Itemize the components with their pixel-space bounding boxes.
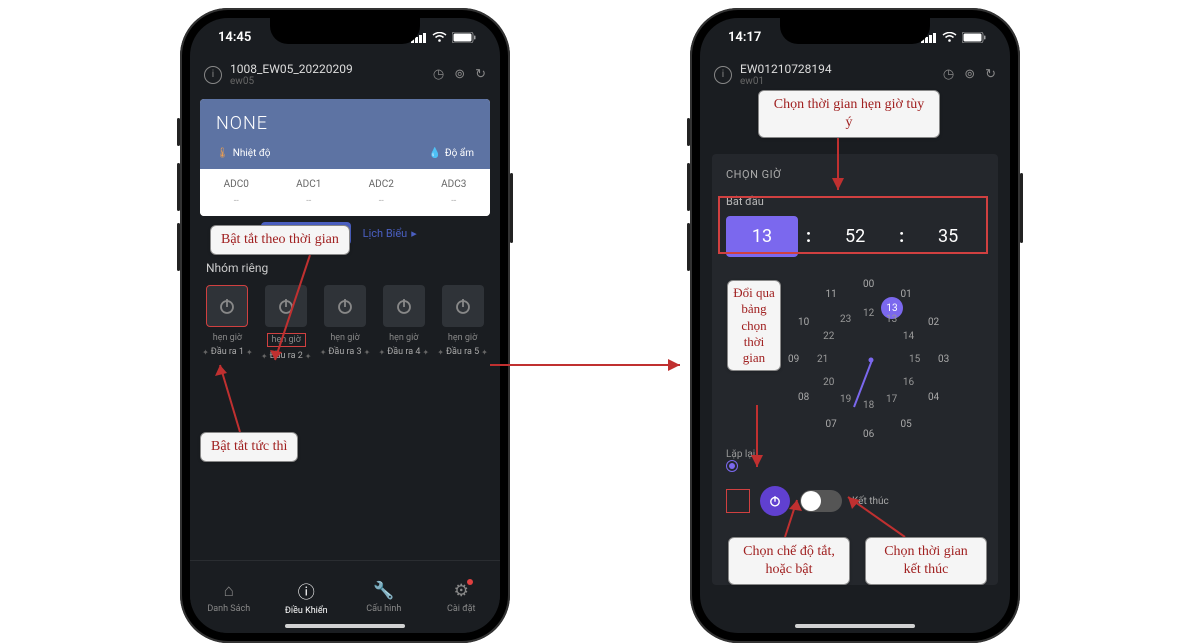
arrow-between-phones xyxy=(490,350,690,380)
clock-tick-outer[interactable]: 10 xyxy=(798,317,809,328)
nav-control[interactable]: ⓘĐiều Khiển xyxy=(268,561,346,633)
clock-icon[interactable]: ◷ xyxy=(943,67,954,82)
power-button-2[interactable] xyxy=(265,285,307,327)
modal-title: CHỌN GIỜ xyxy=(726,168,984,181)
clock-tick-outer[interactable]: 11 xyxy=(826,289,837,300)
clock-tick-inner[interactable]: 17 xyxy=(886,394,897,405)
clock-tick-outer[interactable]: 08 xyxy=(798,392,809,403)
status-card: NONE 🌡Nhiệt độ 💧Độ ẩm ADC0-- ADC1-- ADC2… xyxy=(200,99,490,216)
timer-label-2[interactable]: hẹn giờ xyxy=(267,333,306,347)
scene-name: NONE xyxy=(216,113,474,134)
callout-choose-end: Chọn thời gian kết thúc xyxy=(865,537,987,585)
nav-list[interactable]: ⌂Danh Sách xyxy=(190,561,268,633)
clock-tick-inner[interactable]: 23 xyxy=(840,314,851,325)
clock-tick-inner[interactable]: 21 xyxy=(817,354,828,365)
refresh-icon[interactable]: ↻ xyxy=(985,67,996,82)
info-icon[interactable]: i xyxy=(714,66,732,84)
battery-icon xyxy=(962,32,986,43)
timer-label-4[interactable]: hẹn giờ xyxy=(376,333,431,343)
power-button-5[interactable] xyxy=(442,285,484,327)
callout-choose-time: Chọn thời gian hẹn giờ tùy ý xyxy=(758,90,940,138)
power-mode-button[interactable] xyxy=(760,486,790,516)
adc3: ADC3-- xyxy=(418,179,491,206)
clock-tick-outer[interactable]: 03 xyxy=(938,354,949,365)
clock-tick-inner[interactable]: 19 xyxy=(840,394,851,405)
section-title: Nhóm riêng xyxy=(190,251,500,281)
nav-config[interactable]: 🔧Cấu hình xyxy=(345,561,423,633)
timer-label-3[interactable]: hẹn giờ xyxy=(318,333,373,343)
end-toggle[interactable] xyxy=(800,490,842,512)
output-4: hẹn giờ ✦Đầu ra 4✦ xyxy=(376,285,431,361)
clock-face[interactable]: 13 0001020304050607080910111213141516171… xyxy=(786,275,956,445)
battery-icon xyxy=(452,32,476,43)
timer-label-5[interactable]: hẹn giờ xyxy=(435,333,490,343)
phone-left: 14:45 i 1008_EW05_20220209 ew05 ◷ ⊚ ↻ NO… xyxy=(180,8,510,643)
power-button-1[interactable] xyxy=(206,285,248,327)
clock-tick-inner[interactable]: 16 xyxy=(903,377,914,388)
output-2: hẹn giờ ✦Đầu ra 2✦ xyxy=(259,285,314,361)
end-label: Kết thúc xyxy=(852,496,889,507)
clock-tick-outer[interactable]: 01 xyxy=(901,289,912,300)
clock-tick-outer[interactable]: 02 xyxy=(928,317,939,328)
output-row: hẹn giờ ✦Đầu ra 1✦ hẹn giờ ✦Đầu ra 2✦ hẹ… xyxy=(190,281,500,365)
wifi-small-icon[interactable]: ⊚ xyxy=(454,67,465,82)
repeat-radio[interactable] xyxy=(726,460,738,472)
output-3: hẹn giờ ✦Đầu ra 3✦ xyxy=(318,285,373,361)
clock-tick-outer[interactable]: 04 xyxy=(928,392,939,403)
clock-time: 14:45 xyxy=(218,30,251,45)
clock-tick-outer[interactable]: 00 xyxy=(863,279,874,290)
output-5: hẹn giờ ✦Đầu ra 5✦ xyxy=(435,285,490,361)
nav-settings[interactable]: ⚙Cài đặt xyxy=(423,561,501,633)
clock-tick-inner[interactable]: 15 xyxy=(909,354,920,365)
temp-sensor: 🌡Nhiệt độ xyxy=(216,148,271,159)
power-button-4[interactable] xyxy=(383,285,425,327)
bottom-nav: ⌂Danh Sách ⓘĐiều Khiển 🔧Cấu hình ⚙Cài đặ… xyxy=(190,560,500,633)
callout-instant-toggle: Bật tắt tức thì xyxy=(200,432,298,462)
clock-tick-inner[interactable]: 20 xyxy=(823,377,834,388)
clock-icon[interactable]: ◷ xyxy=(433,67,444,82)
repeat-row: Lặp lại xyxy=(726,449,984,472)
clock-tick-outer[interactable]: 07 xyxy=(826,419,837,430)
clock-tick-inner[interactable]: 14 xyxy=(903,331,914,342)
device-subname: ew05 xyxy=(230,76,433,87)
callout-choose-mode: Chọn chế độ tắt, hoặc bật xyxy=(728,537,850,585)
device-subname: ew01 xyxy=(740,76,943,87)
device-header: i 1008_EW05_20220209 ew05 ◷ ⊚ ↻ xyxy=(190,56,500,93)
clock-tick-inner[interactable]: 22 xyxy=(823,331,834,342)
adc2: ADC2-- xyxy=(345,179,418,206)
clock-tick-inner[interactable]: 13 xyxy=(886,314,897,325)
refresh-icon[interactable]: ↻ xyxy=(475,67,486,82)
clock-tick-outer[interactable]: 09 xyxy=(788,354,799,365)
device-id: 1008_EW05_20220209 xyxy=(230,62,433,76)
tab-schedule[interactable]: Lịch Biểu ▸ xyxy=(351,222,429,245)
device-header: i EW01210728194 ew01 ◷ ⊚ ↻ xyxy=(700,56,1010,93)
info-icon[interactable]: i xyxy=(204,66,222,84)
adc1: ADC1-- xyxy=(273,179,346,206)
humidity-sensor: 💧Độ ẩm xyxy=(428,148,474,159)
clock-tick-outer[interactable]: 05 xyxy=(901,419,912,430)
clock-time: 14:17 xyxy=(728,30,761,45)
clock-tick-inner[interactable]: 18 xyxy=(863,400,874,411)
callout-time-toggle: Bật tắt theo thời gian xyxy=(210,225,350,255)
adc0: ADC0-- xyxy=(200,179,273,206)
wifi-icon xyxy=(432,32,447,43)
clock-tick-inner[interactable]: 12 xyxy=(863,308,874,319)
wifi-icon xyxy=(942,32,957,43)
clock-tick-outer[interactable]: 06 xyxy=(863,429,874,440)
wifi-small-icon[interactable]: ⊚ xyxy=(964,67,975,82)
home-indicator[interactable] xyxy=(795,624,915,628)
redbox-timerow xyxy=(718,196,988,254)
power-button-3[interactable] xyxy=(324,285,366,327)
screen-left: 14:45 i 1008_EW05_20220209 ew05 ◷ ⊚ ↻ NO… xyxy=(190,18,500,633)
output-1: hẹn giờ ✦Đầu ra 1✦ xyxy=(200,285,255,361)
timer-label-1[interactable]: hẹn giờ xyxy=(200,333,255,343)
mode-redbox-target xyxy=(726,489,750,513)
device-id: EW01210728194 xyxy=(740,62,943,76)
callout-switch-panel: Đổi qua bảng chọn thời gian xyxy=(727,280,781,371)
home-indicator[interactable] xyxy=(285,624,405,628)
